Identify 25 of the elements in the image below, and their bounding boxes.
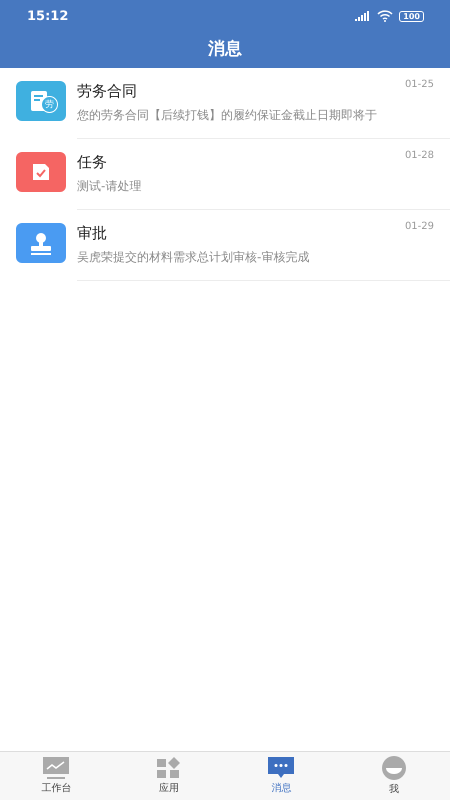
nav-tab[interactable]: 应用 bbox=[112, 752, 225, 800]
battery-level: 100 bbox=[399, 10, 424, 22]
nav-tab[interactable]: 工作台 bbox=[0, 752, 112, 800]
message-title[interactable]: 劳务合同 bbox=[77, 82, 137, 101]
message-title[interactable]: 任务 bbox=[77, 153, 107, 172]
message-title[interactable]: 审批 bbox=[77, 224, 107, 243]
message-date: 01-28 bbox=[404, 150, 434, 161]
message-preview: 您的劳务合同【后续打钱】的履约保证金截止日期即将于 bbox=[77, 107, 378, 124]
face-circle-icon bbox=[382, 756, 406, 780]
message-preview: 吴虎荣提交的材料需求总计划审核-审核完成 bbox=[77, 249, 310, 266]
message-date: 01-25 bbox=[404, 79, 434, 90]
nav-tab[interactable]: 我 bbox=[338, 752, 450, 800]
icon-label: 劳 bbox=[41, 96, 58, 113]
task-icon bbox=[30, 161, 52, 183]
page-title: 消息 bbox=[207, 38, 243, 60]
chat-bubble-icon bbox=[268, 757, 294, 779]
wifi-icon bbox=[377, 10, 394, 22]
status-time: 15:12 bbox=[27, 8, 68, 24]
chart-monitor-icon bbox=[43, 757, 70, 779]
stamp-icon bbox=[28, 230, 54, 256]
message-preview: 测试-请处理 bbox=[77, 178, 142, 195]
nav-tab[interactable]: 消息 bbox=[225, 752, 338, 800]
message-date: 01-29 bbox=[404, 221, 434, 232]
signal-icon bbox=[355, 11, 372, 21]
grid-icon bbox=[156, 757, 181, 779]
